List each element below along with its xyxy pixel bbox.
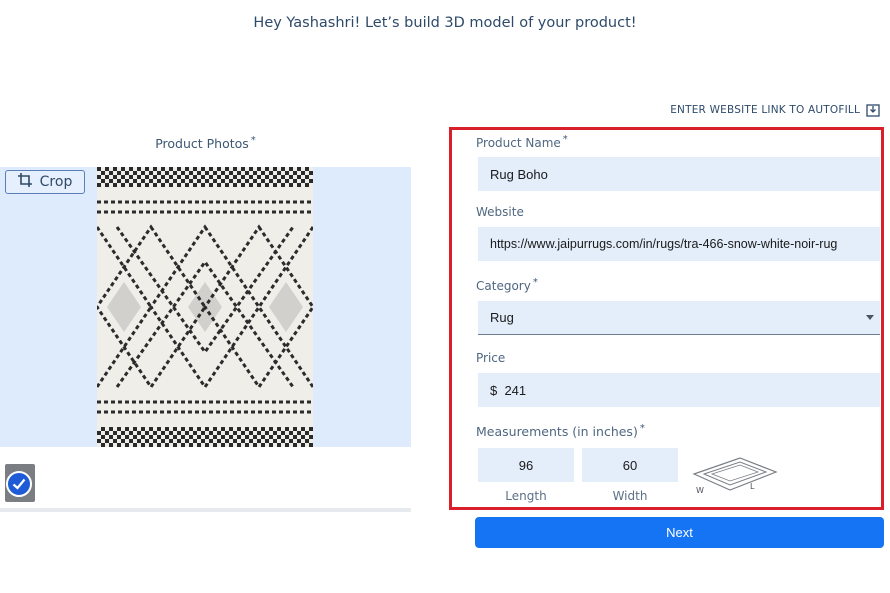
- selected-check-icon: [6, 471, 32, 497]
- website-label: Website: [476, 205, 524, 219]
- next-button[interactable]: Next: [475, 517, 884, 548]
- photo-thumbnail[interactable]: [5, 464, 35, 502]
- autofill-label: ENTER WEBSITE LINK TO AUTOFILL: [670, 104, 860, 116]
- photo-preview-area: Crop: [0, 167, 411, 447]
- diagram-l-label: L: [750, 482, 755, 491]
- page-greeting: Hey Yashashri! Let’s build 3D model of y…: [253, 15, 637, 31]
- download-box-icon: [866, 103, 880, 117]
- category-select[interactable]: Rug: [478, 301, 880, 335]
- crop-button[interactable]: Crop: [5, 170, 85, 194]
- category-value: Rug: [490, 310, 514, 325]
- length-label: Length: [505, 489, 547, 503]
- price-input[interactable]: $ 241: [478, 373, 880, 407]
- measurements-label: Measurements (in inches) *: [476, 423, 645, 440]
- diagram-w-label: W: [696, 486, 704, 495]
- crop-icon: [17, 173, 32, 191]
- thumbnail-divider: [0, 508, 411, 512]
- product-name-input[interactable]: Rug Boho: [478, 157, 880, 191]
- price-label: Price: [476, 351, 506, 365]
- width-label: Width: [612, 489, 648, 503]
- crop-label: Crop: [39, 174, 73, 190]
- website-input[interactable]: https://www.jaipurrugs.com/in/rugs/tra-4…: [478, 227, 880, 261]
- width-input[interactable]: 60: [582, 448, 678, 482]
- chevron-down-icon: [866, 315, 874, 320]
- length-input[interactable]: 96: [478, 448, 574, 482]
- rug-dimensions-diagram: W L: [692, 457, 778, 495]
- product-photos-label: Product Photos *: [155, 135, 256, 152]
- category-label: Category *: [476, 277, 538, 293]
- product-form-box: Product Name * Rug Boho Website https://w…: [449, 127, 884, 510]
- autofill-link[interactable]: ENTER WEBSITE LINK TO AUTOFILL: [670, 103, 880, 117]
- product-rug-image: [97, 167, 313, 447]
- product-name-label: Product Name *: [476, 134, 568, 150]
